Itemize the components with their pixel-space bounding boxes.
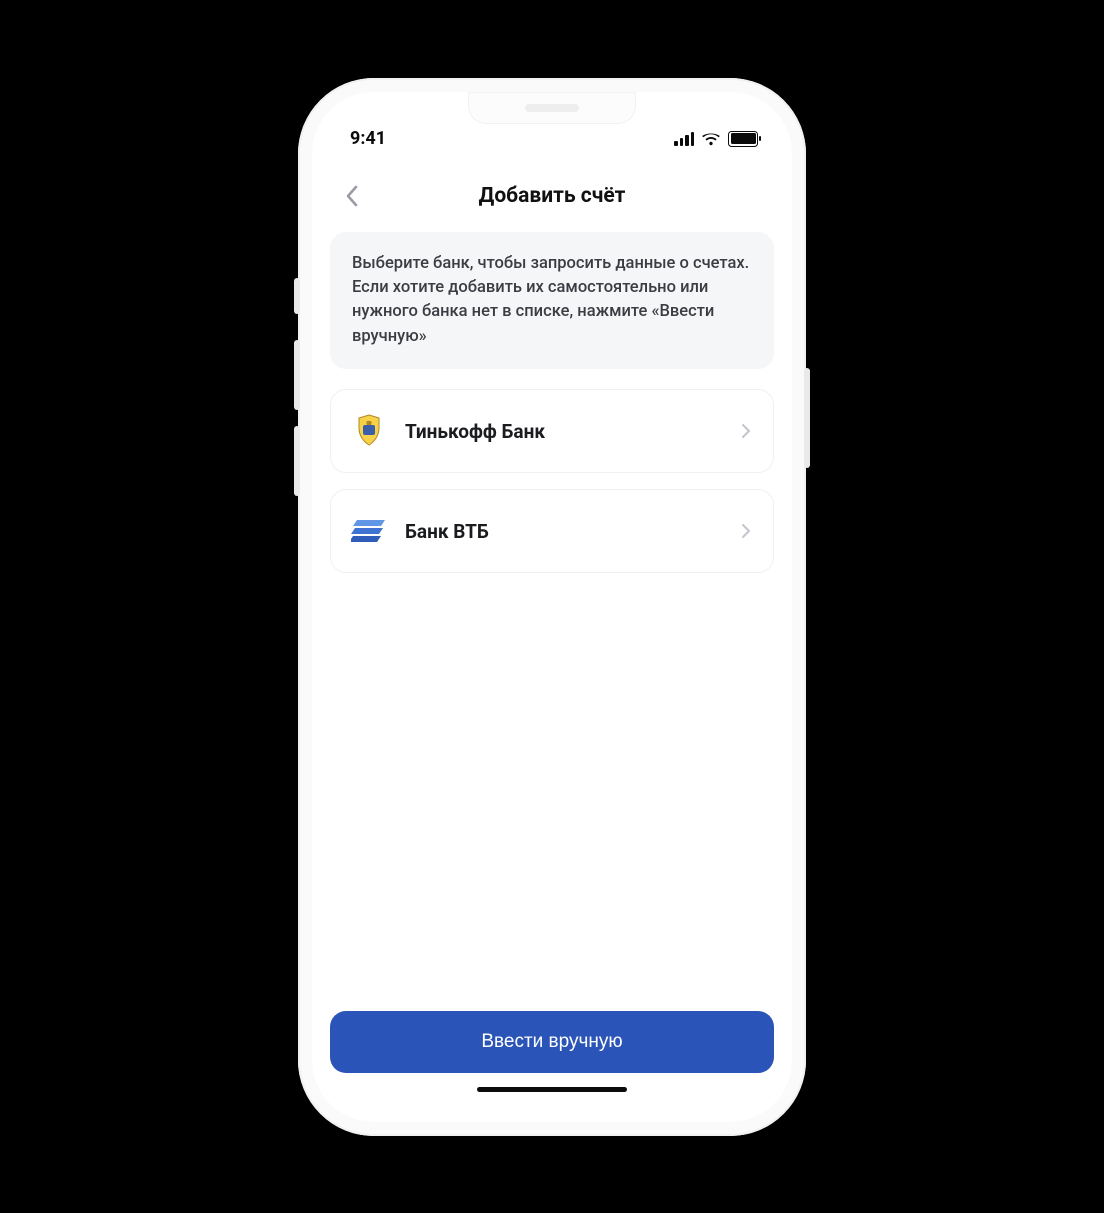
- bank-item-vtb[interactable]: Банк ВТБ: [330, 489, 774, 573]
- phone-side-button: [294, 340, 300, 410]
- chevron-right-icon: [737, 422, 755, 440]
- primary-button-label: Ввести вручную: [481, 1031, 622, 1052]
- vtb-logo-icon: [349, 511, 389, 551]
- bank-list: Тинькофф Банк Банк ВТБ: [330, 389, 774, 573]
- screen: 9:41 Добавить счёт: [312, 92, 792, 1122]
- status-time: 9:41: [350, 128, 386, 149]
- page-title: Добавить счёт: [479, 184, 626, 208]
- tinkoff-logo-icon: [349, 411, 389, 451]
- bank-item-tinkoff[interactable]: Тинькофф Банк: [330, 389, 774, 473]
- bank-item-label: Тинькофф Банк: [405, 420, 721, 443]
- phone-side-button: [294, 278, 300, 314]
- content-area: Выберите банк, чтобы запросить данные о …: [312, 226, 792, 1011]
- chevron-right-icon: [737, 522, 755, 540]
- phone-side-button: [804, 368, 810, 468]
- phone-frame: 9:41 Добавить счёт: [298, 78, 806, 1136]
- enter-manually-button[interactable]: Ввести вручную: [330, 1011, 774, 1073]
- battery-icon: [728, 131, 758, 147]
- info-text: Выберите банк, чтобы запросить данные о …: [352, 254, 749, 346]
- cellular-icon: [674, 132, 694, 146]
- nav-bar: Добавить счёт: [312, 166, 792, 226]
- status-right-cluster: [674, 131, 758, 147]
- bank-item-label: Банк ВТБ: [405, 520, 721, 543]
- phone-side-button: [294, 426, 300, 496]
- wifi-icon: [701, 132, 721, 146]
- back-button[interactable]: [334, 178, 370, 214]
- footer: Ввести вручную: [312, 1011, 792, 1122]
- chevron-left-icon: [345, 184, 359, 208]
- phone-notch: [468, 92, 636, 124]
- info-card: Выберите банк, чтобы запросить данные о …: [330, 232, 774, 370]
- home-indicator: [477, 1087, 627, 1092]
